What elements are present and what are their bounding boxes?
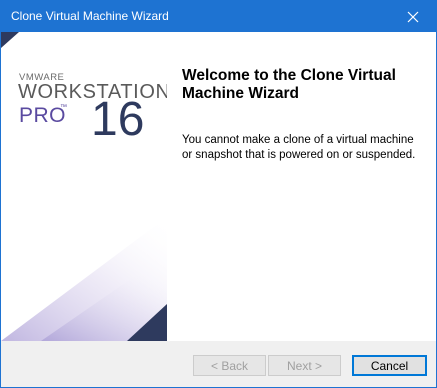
page-description: You cannot make a clone of a virtual mac…	[182, 134, 416, 161]
branding-panel: VMWARE WORKSTATION PRO ™ 16	[1, 32, 167, 341]
button-bar: < Back Next > Cancel	[1, 341, 436, 387]
edition-name: PRO	[19, 104, 67, 127]
corner-triangle	[1, 32, 19, 48]
title-bar[interactable]: Clone Virtual Machine Wizard	[1, 1, 436, 32]
trademark-mark: ™	[60, 104, 67, 111]
wizard-window: Clone Virtual Machine Wizard VMWARE WORK…	[0, 0, 437, 388]
version-number: 16	[91, 93, 145, 146]
back-button[interactable]: < Back	[193, 355, 266, 376]
window-title: Clone Virtual Machine Wizard	[11, 9, 169, 23]
close-icon	[407, 11, 419, 22]
next-button[interactable]: Next >	[268, 355, 341, 376]
close-button[interactable]	[390, 1, 436, 32]
page-title: Welcome to the Clone Virtual Machine Wiz…	[182, 67, 396, 102]
cancel-button[interactable]: Cancel	[352, 355, 427, 376]
